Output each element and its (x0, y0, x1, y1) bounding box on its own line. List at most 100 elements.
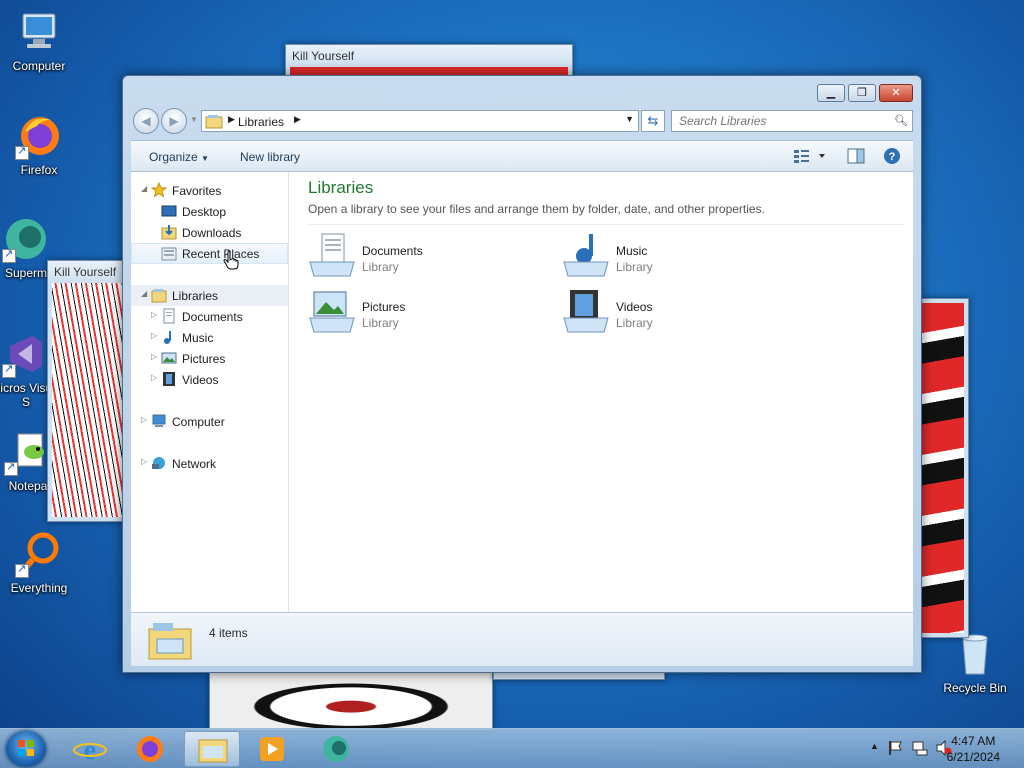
breadcrumb-libraries[interactable]: Libraries (238, 115, 284, 129)
expand-triangle-icon[interactable]: ▷ (141, 415, 147, 424)
nav-network[interactable]: ▷ Network (131, 453, 288, 474)
forward-button[interactable]: ▶ (161, 108, 187, 134)
expand-triangle-icon[interactable]: ▷ (151, 310, 157, 319)
show-hidden-icons-icon[interactable]: ▲ (870, 741, 879, 751)
window-content-image (920, 303, 964, 633)
taskbar: e ▲ 4:47 AM 6/21/2024 (0, 728, 1024, 768)
library-item-music[interactable]: Music Library (562, 232, 792, 284)
library-type: Library (616, 316, 653, 330)
downloads-icon (161, 224, 177, 240)
taskbar-firefox[interactable] (122, 731, 178, 767)
navigation-pane: ◢ Favorites Desktop Downloads Recent Pla… (131, 172, 289, 612)
clock[interactable]: 4:47 AM 6/21/2024 (947, 733, 1000, 765)
library-item-pictures[interactable]: Pictures Library (308, 288, 538, 340)
start-button[interactable] (6, 731, 46, 767)
nav-music[interactable]: ▷ Music (131, 327, 288, 348)
taskbar-internet-explorer[interactable]: e (62, 731, 118, 767)
maximize-button[interactable]: ❐ (848, 84, 876, 102)
nav-downloads[interactable]: Downloads (131, 222, 288, 243)
background-window[interactable] (209, 672, 493, 730)
breadcrumb-arrow-icon[interactable]: ▶ (228, 114, 235, 125)
nav-libraries[interactable]: ◢ Libraries (131, 285, 288, 306)
page-title: Libraries (308, 178, 374, 197)
expand-triangle-icon[interactable]: ▷ (141, 457, 147, 466)
nav-label: Favorites (172, 184, 222, 198)
minimize-button[interactable]: ▁ (817, 84, 845, 102)
nav-desktop[interactable]: Desktop (131, 201, 288, 222)
command-bar: Organize ▼ New library ? (131, 140, 913, 172)
nav-label: Videos (182, 373, 219, 387)
nav-label: Libraries (172, 289, 219, 303)
change-view-icon[interactable] (793, 148, 827, 167)
forward-arrow-icon: ▶ (169, 114, 179, 128)
organize-label: Organize (149, 150, 198, 164)
desktop-icon-computer[interactable]: Computer (1, 8, 77, 73)
nav-computer[interactable]: ▷ Computer (131, 411, 288, 432)
search-box[interactable]: 🔍︎ (671, 110, 913, 132)
internet-explorer-icon: e (73, 735, 107, 766)
nav-pictures[interactable]: ▷ Pictures (131, 348, 288, 369)
collapse-triangle-icon[interactable]: ◢ (141, 184, 147, 193)
computer-icon (151, 413, 167, 429)
library-item-documents[interactable]: Documents Library (308, 232, 538, 284)
star-icon (150, 181, 168, 198)
nav-recent-places[interactable]: Recent Places (131, 243, 288, 270)
collapse-triangle-icon[interactable]: ◢ (141, 289, 147, 298)
documents-library-icon (308, 232, 356, 280)
search-icon[interactable]: 🔍︎ (894, 114, 908, 127)
desktop-icon-firefox[interactable]: Firefox (1, 112, 77, 177)
address-dropdown-icon[interactable]: ▼ (625, 114, 634, 124)
network-status-icon[interactable] (912, 740, 928, 759)
search-input[interactable] (672, 111, 882, 131)
expand-triangle-icon[interactable]: ▷ (151, 352, 157, 361)
action-center-flag-icon[interactable] (888, 740, 902, 759)
expand-triangle-icon[interactable]: ▷ (151, 373, 157, 382)
library-type: Library (362, 260, 399, 274)
background-window[interactable] (493, 672, 665, 680)
item-count: 4 items (209, 626, 248, 640)
videos-icon (161, 371, 177, 387)
background-window[interactable] (915, 298, 969, 638)
library-name: Music (616, 244, 648, 258)
address-bar[interactable]: ▶ Libraries ▶ ▼ (201, 110, 639, 132)
refresh-button[interactable]: ⇆ (641, 110, 665, 132)
background-window[interactable]: Kill Yourself (47, 260, 127, 522)
preview-pane-icon[interactable] (847, 148, 865, 167)
hand-cursor-icon (222, 250, 240, 273)
libraries-icon (151, 287, 167, 303)
library-name: Pictures (362, 300, 406, 314)
refresh-icon: ⇆ (647, 113, 659, 128)
taskbar-app[interactable] (308, 731, 364, 767)
recent-pages-icon[interactable]: ▼ (190, 115, 198, 124)
desktop-icon-recycle-bin[interactable]: Recycle Bin (937, 630, 1013, 695)
libraries-icon (205, 115, 223, 129)
search-icon (15, 530, 63, 578)
desktop-icon-everything[interactable]: Everything (1, 530, 77, 595)
close-icon: ✕ (891, 87, 901, 99)
taskbar-explorer[interactable] (184, 731, 240, 767)
nav-documents[interactable]: ▷ Documents (131, 306, 288, 327)
breadcrumb-arrow-icon[interactable]: ▶ (294, 114, 301, 125)
nav-label: Pictures (182, 352, 226, 366)
app-icon (2, 215, 50, 263)
library-item-videos[interactable]: Videos Library (562, 288, 792, 340)
expand-triangle-icon[interactable]: ▷ (151, 331, 157, 340)
close-button[interactable]: ✕ (879, 84, 913, 102)
window-content-image (52, 283, 122, 517)
clock-date: 6/21/2024 (946, 750, 1000, 764)
nav-videos[interactable]: ▷ Videos (131, 369, 288, 390)
taskbar-media-player[interactable] (244, 731, 300, 767)
help-icon[interactable]: ? (883, 147, 901, 168)
nav-label: Music (182, 331, 214, 345)
desktop-icon-label: Recycle Bin (943, 681, 1007, 695)
new-library-button[interactable]: New library (240, 150, 300, 164)
nav-favorites[interactable]: ◢ Favorites (131, 180, 288, 201)
pictures-icon (161, 350, 177, 366)
explorer-window[interactable]: ▁ ❐ ✕ ◀ ▶ ▼ ▶ Libraries ▶ ▼ ⇆ 🔍︎ Organiz… (122, 75, 922, 673)
back-button[interactable]: ◀ (133, 108, 159, 134)
music-icon (161, 329, 177, 345)
nav-label: Recent Places (182, 247, 260, 261)
window-title: Kill Yourself (286, 45, 572, 67)
organize-button[interactable]: Organize ▼ (149, 150, 209, 164)
desktop-icon-label: Everything (10, 581, 68, 595)
